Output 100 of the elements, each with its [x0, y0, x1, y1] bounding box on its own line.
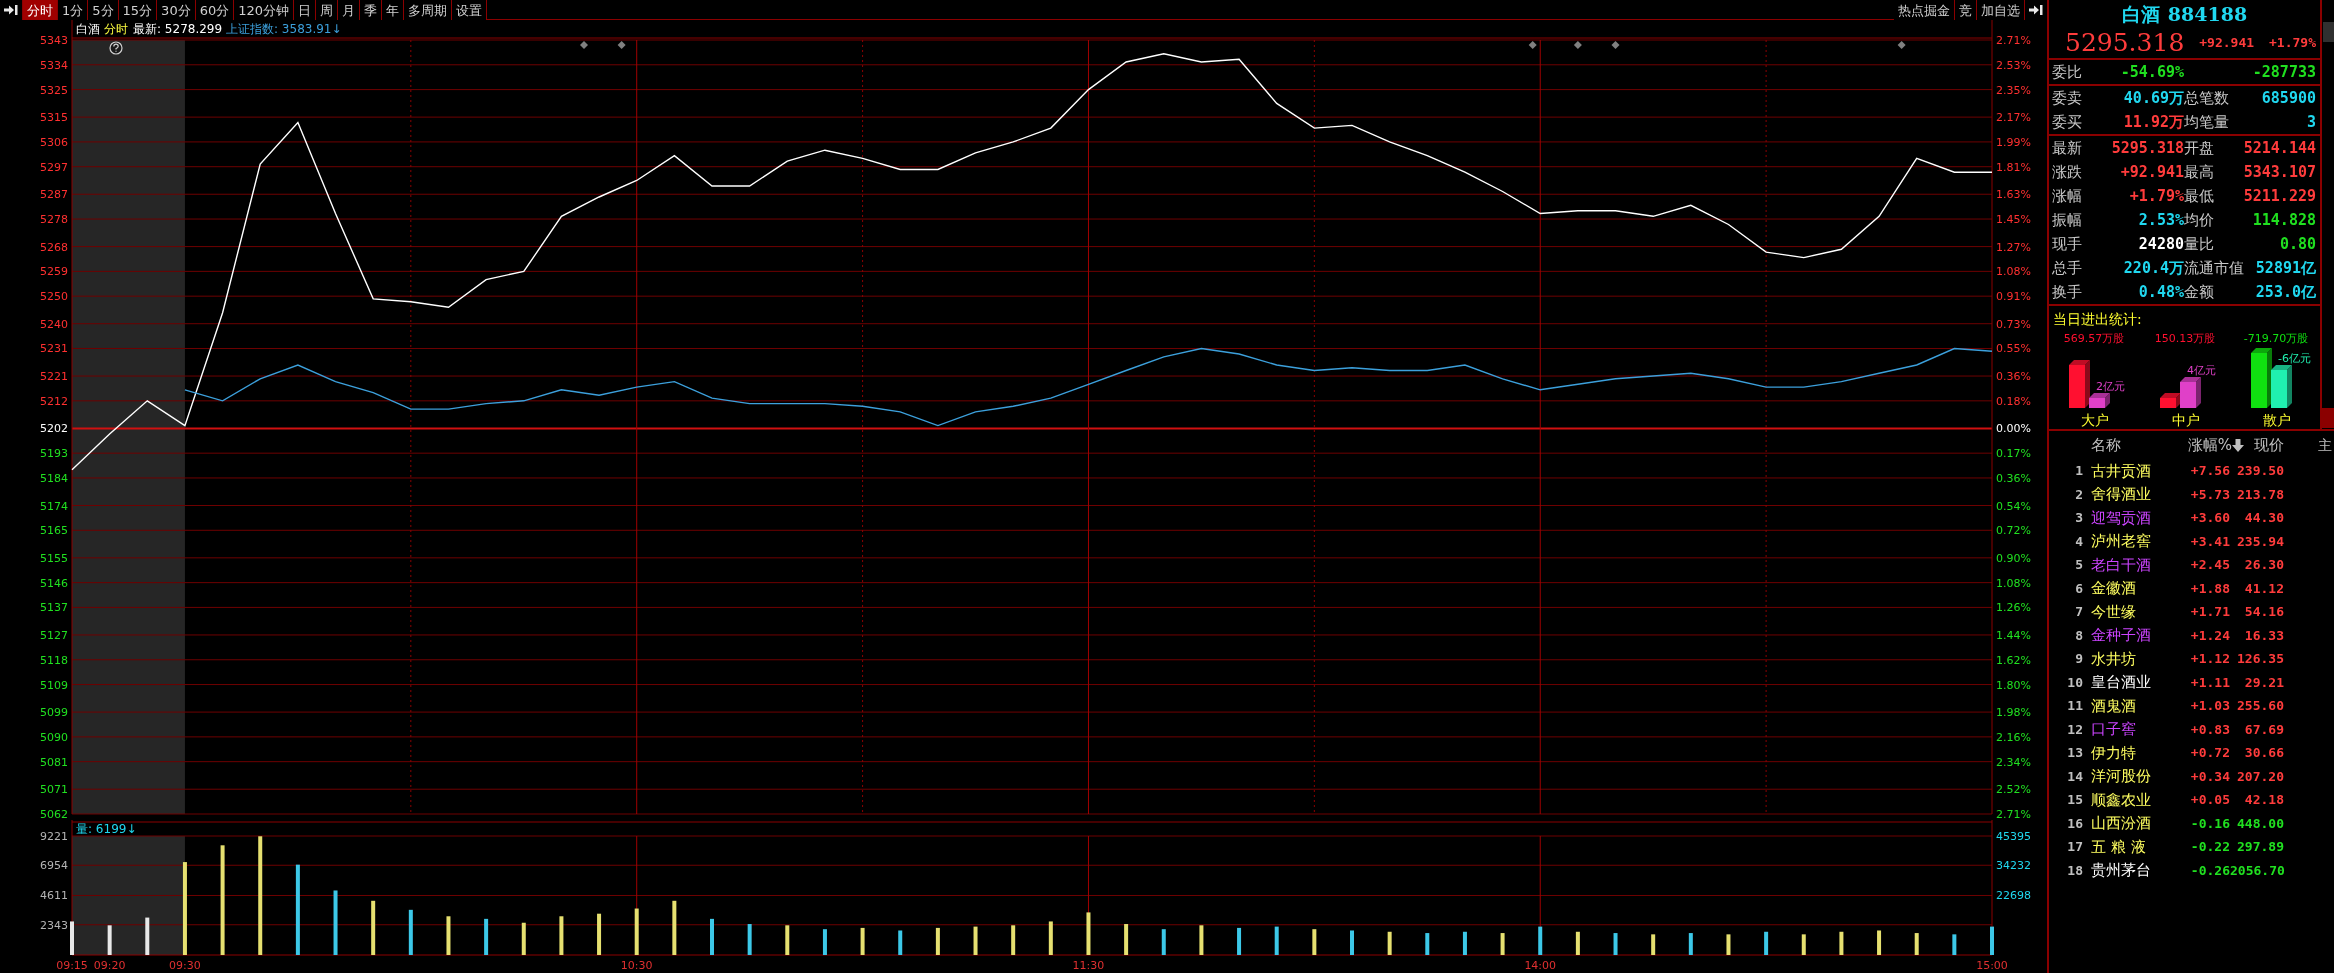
- change-value: +2.45: [2189, 556, 2230, 574]
- period-tab[interactable]: 月: [338, 0, 361, 20]
- stock-row[interactable]: 11 酒鬼酒 +1.03 255.60: [2049, 694, 2334, 718]
- change-value: +1.03: [2189, 697, 2230, 715]
- shares-label: -719.70万股: [2243, 332, 2309, 345]
- toolbar-button[interactable]: 加自选: [1977, 0, 2025, 20]
- axis-label: 1.81%: [1996, 160, 2031, 174]
- period-tab[interactable]: 多周期: [404, 0, 453, 20]
- stat-value: 11.92万: [2123, 114, 2184, 130]
- column-header[interactable]: 名称: [2083, 433, 2181, 457]
- period-tab[interactable]: 设置: [452, 0, 488, 20]
- stock-row[interactable]: 15 顺鑫农业 +0.05 42.18: [2049, 788, 2334, 812]
- stock-row[interactable]: 3 迎驾贡酒 +3.60 44.30: [2049, 506, 2334, 530]
- current-price: 5295.318: [2065, 29, 2185, 57]
- stock-row[interactable]: 7 今世缘 +1.71 54.16: [2049, 600, 2334, 624]
- stock-row[interactable]: 16 山西汾酒 -0.16 448.00: [2049, 811, 2334, 835]
- axis-label: 1.80%: [1996, 678, 2031, 692]
- stock-row[interactable]: 5 老白干酒 +2.45 26.30: [2049, 553, 2334, 577]
- period-tab[interactable]: 1分: [58, 0, 89, 20]
- axis-label: 5184: [40, 471, 68, 485]
- period-tab[interactable]: 季: [360, 0, 383, 20]
- stock-row[interactable]: 14 洋河股份 +0.34 207.20: [2049, 764, 2334, 788]
- stat-value: 5295.318: [2111, 140, 2184, 156]
- stock-row[interactable]: 2 舍得酒业 +5.73 213.78: [2049, 482, 2334, 506]
- stat-label: 换手: [2052, 281, 2083, 303]
- stock-row[interactable]: 1 古井贡酒 +7.56 239.50: [2049, 459, 2334, 483]
- period-tab[interactable]: 30分: [157, 0, 196, 20]
- stat-value: 2.53%: [2138, 212, 2184, 228]
- axis-label: 5268: [40, 240, 68, 254]
- rank-number: 10: [2066, 673, 2083, 692]
- toolbar-button[interactable]: 热点掘金: [1894, 0, 1955, 20]
- diamond-icon: [1611, 41, 1620, 49]
- stat-value: 24280: [2138, 236, 2184, 252]
- chart-title: 白酒: [76, 22, 100, 36]
- help-icon[interactable]: [109, 41, 123, 55]
- period-tab[interactable]: 日: [294, 0, 317, 20]
- axis-label: 0.55%: [1996, 342, 2031, 356]
- arrow-to-bar-icon: [2029, 4, 2043, 16]
- period-tab[interactable]: 120分钟: [234, 0, 295, 20]
- stat-value: 3: [2306, 114, 2316, 130]
- rank-number: 13: [2066, 744, 2083, 762]
- stock-row[interactable]: 13 伊力特 +0.72 30.66: [2049, 741, 2334, 765]
- price-value: 54.16: [2243, 603, 2284, 621]
- rank-number: 12: [2066, 720, 2083, 739]
- volume-bar: [408, 909, 413, 955]
- price-value: 67.69: [2243, 720, 2284, 739]
- axis-label: 1.27%: [1996, 240, 2031, 254]
- stock-name: 洋河股份: [2090, 766, 2152, 787]
- axis-label: 5118: [40, 653, 68, 667]
- sort-down-icon: [2232, 438, 2244, 452]
- group-label: 大户: [2080, 411, 2109, 430]
- column-header[interactable]: 主: [2318, 434, 2334, 456]
- stock-name: 老白干酒: [2090, 554, 2152, 576]
- collapse-button[interactable]: [0, 0, 23, 20]
- axis-label: 1.26%: [1996, 601, 2031, 615]
- period-tab[interactable]: 60分: [195, 0, 235, 20]
- stock-row[interactable]: 17 五 粮 液 -0.22 297.89: [2049, 835, 2334, 859]
- period-tab[interactable]: 15分: [118, 0, 158, 20]
- change-value: +3.60: [2189, 509, 2230, 527]
- axis-label: 1.08%: [1996, 265, 2031, 279]
- stat-label: 现手: [2052, 233, 2083, 255]
- rank-number: 17: [2066, 838, 2083, 856]
- stat-value: 685900: [2261, 90, 2316, 106]
- volume-bar: [1312, 929, 1317, 955]
- axis-label: 5334: [40, 58, 68, 72]
- time-label: 09:30: [169, 959, 201, 972]
- stock-row[interactable]: 12 口子窖 +0.83 67.69: [2049, 717, 2334, 741]
- price-value: 44.30: [2243, 509, 2284, 527]
- percent-change: +1.79%: [2269, 34, 2316, 53]
- stock-name: 山西汾酒: [2090, 813, 2152, 834]
- stock-row[interactable]: 10 皇台酒业 +1.11 29.21: [2049, 670, 2334, 694]
- stock-row[interactable]: 4 泸州老窖 +3.41 235.94: [2049, 529, 2334, 553]
- stock-row[interactable]: 6 金徽酒 +1.88 41.12: [2049, 576, 2334, 600]
- time-label: 09:15: [56, 959, 88, 972]
- volume-bar: [710, 918, 714, 955]
- period-tab[interactable]: 年: [382, 0, 405, 20]
- stat-label: 均价: [2184, 209, 2215, 231]
- axis-label: 5081: [40, 755, 68, 769]
- period-tab[interactable]: 分时: [23, 0, 58, 20]
- toolbar-button[interactable]: 竞: [1955, 0, 1977, 20]
- volume-bar: [521, 922, 526, 955]
- stat-value: -54.69%: [2120, 64, 2184, 80]
- period-tab[interactable]: 周: [316, 0, 339, 20]
- axis-label: 5062: [40, 808, 68, 820]
- volume-bar: [1350, 930, 1354, 955]
- axis-label: 34232: [1996, 859, 2031, 873]
- price-value: 448.00: [2236, 814, 2284, 833]
- axis-label: 5221: [40, 370, 68, 384]
- axis-label: 5155: [40, 551, 68, 565]
- stock-row[interactable]: 18 贵州茅台 -0.262056.70: [2049, 858, 2334, 882]
- period-tab[interactable]: 5分: [88, 0, 119, 20]
- stock-row[interactable]: 9 水井坊 +1.12 126.35: [2049, 647, 2334, 671]
- volume-bar: [1500, 933, 1505, 955]
- axis-label: 0.91%: [1996, 290, 2031, 304]
- axis-label: 5212: [40, 394, 68, 408]
- scrollbar-thumb[interactable]: [2323, 22, 2334, 42]
- change-value: +0.34: [2189, 767, 2230, 786]
- stock-row[interactable]: 8 金种子酒 +1.24 16.33: [2049, 623, 2334, 647]
- stock-name: 迎驾贡酒: [2090, 507, 2152, 529]
- axis-label: 2.35%: [1996, 83, 2031, 97]
